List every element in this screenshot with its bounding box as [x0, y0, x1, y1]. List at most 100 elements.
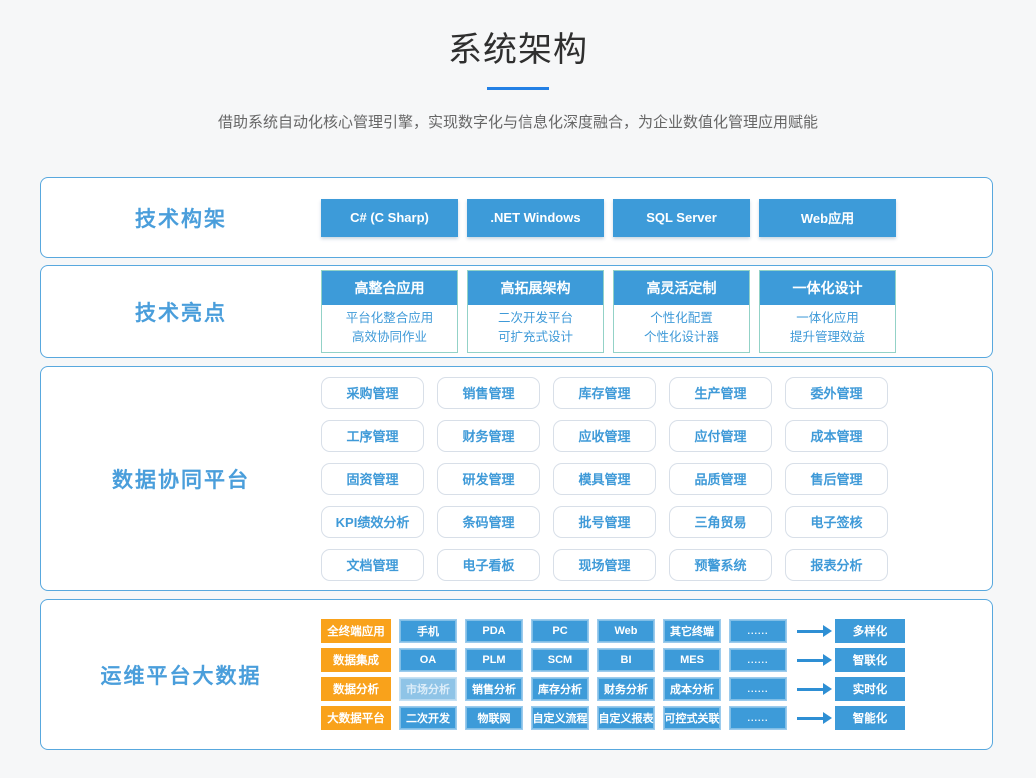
ops-item-chip[interactable]: 成本分析: [663, 677, 721, 701]
module-chip[interactable]: 研发管理: [437, 463, 540, 495]
module-chip[interactable]: 电子签核: [785, 506, 888, 538]
section-tech-architecture: 技术构架 C# (C Sharp) .NET Windows SQL Serve…: [40, 177, 993, 258]
ops-category-tag[interactable]: 全终端应用: [321, 619, 391, 643]
ops-item-chip[interactable]: BI: [597, 648, 655, 672]
highlight-cards: 高整合应用 平台化整合应用 高效协同作业 高拓展架构 二次开发平台 可扩充式设计…: [321, 270, 896, 353]
module-chip[interactable]: 采购管理: [321, 377, 424, 409]
tech-button-row: C# (C Sharp) .NET Windows SQL Server Web…: [321, 199, 896, 237]
module-grid: 采购管理 销售管理 库存管理 生产管理 委外管理 工序管理 财务管理 应收管理 …: [321, 377, 888, 581]
module-chip[interactable]: 财务管理: [437, 420, 540, 452]
ops-item-ellipsis-chip[interactable]: ......: [729, 619, 787, 643]
module-chip[interactable]: KPI绩效分析: [321, 506, 424, 538]
highlight-card-extensibility: 高拓展架构 二次开发平台 可扩充式设计: [467, 270, 604, 353]
ops-item-chip[interactable]: Web: [597, 619, 655, 643]
ops-result-chip[interactable]: 实时化: [835, 677, 905, 701]
module-chip[interactable]: 模具管理: [553, 463, 656, 495]
section-label-ops: 运维平台大数据: [41, 660, 321, 690]
highlight-card-line: 个性化设计器: [614, 328, 749, 347]
module-chip[interactable]: 现场管理: [553, 549, 656, 581]
module-chip[interactable]: 库存管理: [553, 377, 656, 409]
ops-item-chip[interactable]: 物联网: [465, 706, 523, 730]
module-chip[interactable]: 文档管理: [321, 549, 424, 581]
ops-category-tag[interactable]: 数据集成: [321, 648, 391, 672]
highlight-card-title: 高整合应用: [322, 271, 457, 305]
ops-result-chip[interactable]: 智联化: [835, 648, 905, 672]
ops-item-chip[interactable]: 可控式关联: [663, 706, 721, 730]
right-arrow-icon: [797, 717, 823, 720]
ops-category-tag[interactable]: 大数据平台: [321, 706, 391, 730]
section-tech-highlights: 技术亮点 高整合应用 平台化整合应用 高效协同作业 高拓展架构 二次开发平台 可…: [40, 265, 993, 358]
highlight-card-title: 高拓展架构: [468, 271, 603, 305]
highlight-card-line: 二次开发平台: [468, 309, 603, 328]
section-ops-bigdata: 运维平台大数据 全终端应用 手机 PDA PC Web 其它终端 ...... …: [40, 599, 993, 750]
ops-item-chip[interactable]: 销售分析: [465, 677, 523, 701]
ops-rows: 全终端应用 手机 PDA PC Web 其它终端 ...... 多样化 数据集成…: [321, 619, 905, 730]
highlight-card-line: 可扩充式设计: [468, 328, 603, 347]
ops-result-chip[interactable]: 多样化: [835, 619, 905, 643]
ops-item-ellipsis-chip[interactable]: ......: [729, 706, 787, 730]
highlight-card-line: 平台化整合应用: [322, 309, 457, 328]
right-arrow-icon: [797, 659, 823, 662]
ops-item-chip[interactable]: PDA: [465, 619, 523, 643]
ops-item-chip[interactable]: OA: [399, 648, 457, 672]
highlight-card-line: 个性化配置: [614, 309, 749, 328]
section-label-highlights: 技术亮点: [41, 297, 321, 327]
ops-item-chip[interactable]: 其它终端: [663, 619, 721, 643]
highlight-card-title: 一体化设计: [760, 271, 895, 305]
ops-item-chip[interactable]: 手机: [399, 619, 457, 643]
tech-button-web[interactable]: Web应用: [759, 199, 896, 237]
ops-result-chip[interactable]: 智能化: [835, 706, 905, 730]
ops-category-tag[interactable]: 数据分析: [321, 677, 391, 701]
module-chip[interactable]: 工序管理: [321, 420, 424, 452]
highlight-card-line: 高效协同作业: [322, 328, 457, 347]
section-data-platform: 数据协同平台 采购管理 销售管理 库存管理 生产管理 委外管理 工序管理 财务管…: [40, 366, 993, 591]
ops-item-chip[interactable]: 二次开发: [399, 706, 457, 730]
module-chip[interactable]: 委外管理: [785, 377, 888, 409]
right-arrow-icon: [797, 688, 823, 691]
ops-row-terminals: 全终端应用 手机 PDA PC Web 其它终端 ...... 多样化: [321, 619, 905, 643]
right-arrow-icon: [797, 630, 823, 633]
ops-row-analysis: 数据分析 市场分析 销售分析 库存分析 财务分析 成本分析 ...... 实时化: [321, 677, 905, 701]
highlight-card-line: 一体化应用: [760, 309, 895, 328]
module-chip[interactable]: 生产管理: [669, 377, 772, 409]
ops-item-chip[interactable]: 自定义流程: [531, 706, 589, 730]
ops-item-ellipsis-chip[interactable]: ......: [729, 677, 787, 701]
ops-item-chip[interactable]: MES: [663, 648, 721, 672]
ops-item-chip-faded[interactable]: 市场分析: [399, 677, 457, 701]
page-subtitle: 借助系统自动化核心管理引擎，实现数字化与信息化深度融合，为企业数值化管理应用赋能: [0, 111, 1036, 132]
module-chip[interactable]: 应收管理: [553, 420, 656, 452]
tech-button-sqlserver[interactable]: SQL Server: [613, 199, 750, 237]
ops-row-integration: 数据集成 OA PLM SCM BI MES ...... 智联化: [321, 648, 905, 672]
module-chip[interactable]: 批号管理: [553, 506, 656, 538]
highlight-card-flexibility: 高灵活定制 个性化配置 个性化设计器: [613, 270, 750, 353]
ops-item-chip[interactable]: 库存分析: [531, 677, 589, 701]
module-chip[interactable]: 售后管理: [785, 463, 888, 495]
ops-item-chip[interactable]: 财务分析: [597, 677, 655, 701]
ops-item-chip[interactable]: SCM: [531, 648, 589, 672]
title-underline: [487, 87, 549, 90]
section-label-tech: 技术构架: [41, 203, 321, 233]
module-chip[interactable]: 应付管理: [669, 420, 772, 452]
module-chip[interactable]: 三角贸易: [669, 506, 772, 538]
highlight-card-integration: 高整合应用 平台化整合应用 高效协同作业: [321, 270, 458, 353]
module-chip[interactable]: 固资管理: [321, 463, 424, 495]
module-chip[interactable]: 电子看板: [437, 549, 540, 581]
page-title: 系统架构: [0, 0, 1036, 71]
highlight-card-unified: 一体化设计 一体化应用 提升管理效益: [759, 270, 896, 353]
module-chip[interactable]: 报表分析: [785, 549, 888, 581]
module-chip[interactable]: 品质管理: [669, 463, 772, 495]
ops-item-ellipsis-chip[interactable]: ......: [729, 648, 787, 672]
module-chip[interactable]: 销售管理: [437, 377, 540, 409]
highlight-card-line: 提升管理效益: [760, 328, 895, 347]
tech-button-csharp[interactable]: C# (C Sharp): [321, 199, 458, 237]
ops-item-chip[interactable]: 自定义报表: [597, 706, 655, 730]
module-chip[interactable]: 条码管理: [437, 506, 540, 538]
section-label-platform: 数据协同平台: [41, 464, 321, 494]
module-chip[interactable]: 预警系统: [669, 549, 772, 581]
ops-row-bigdata: 大数据平台 二次开发 物联网 自定义流程 自定义报表 可控式关联 ...... …: [321, 706, 905, 730]
tech-button-dotnet[interactable]: .NET Windows: [467, 199, 604, 237]
highlight-card-title: 高灵活定制: [614, 271, 749, 305]
ops-item-chip[interactable]: PLM: [465, 648, 523, 672]
ops-item-chip[interactable]: PC: [531, 619, 589, 643]
module-chip[interactable]: 成本管理: [785, 420, 888, 452]
